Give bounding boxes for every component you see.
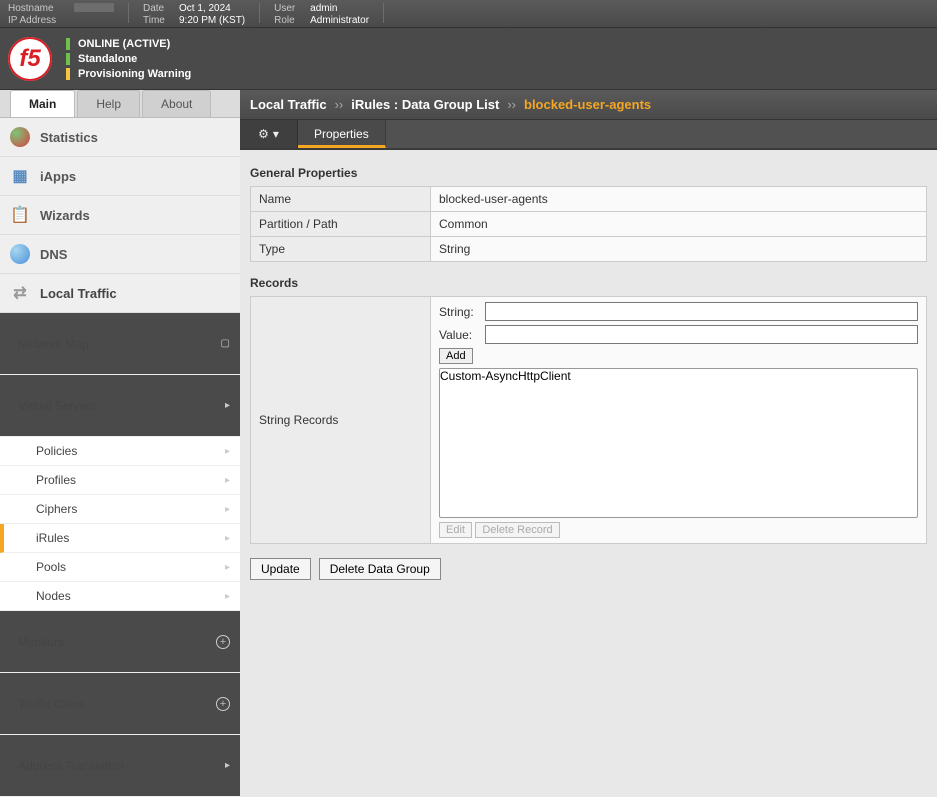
f5-logo: f5 [8, 37, 52, 81]
records-table: String Records String: Value: Add [250, 296, 927, 544]
role-value: Administrator [310, 15, 369, 26]
chevron-right-icon: ▸ [225, 400, 230, 411]
chevron-right-icon: ▸ [225, 562, 230, 573]
status-provisioning-warning: Provisioning Warning [78, 68, 191, 80]
nav-iapps-label: iApps [40, 169, 76, 184]
nav-wizards[interactable]: 📋 Wizards [0, 196, 240, 235]
breadcrumb-sep-icon: ›› [335, 97, 344, 112]
chevron-right-icon: ▸ [225, 760, 230, 771]
subnav-ciphers[interactable]: Ciphers▸ [0, 495, 240, 524]
status-bar-icon [66, 38, 70, 50]
subnav-profiles[interactable]: Profiles▸ [0, 466, 240, 495]
subnav-pools[interactable]: Pools▸ [0, 553, 240, 582]
prop-name-value: blocked-user-agents [431, 187, 927, 212]
local-traffic-icon: ⇄ [10, 283, 30, 303]
nav-local-traffic-label: Local Traffic [40, 286, 117, 301]
breadcrumb-b[interactable]: iRules : Data Group List [351, 97, 499, 112]
wizards-icon: 📋 [10, 205, 30, 225]
nav-iapps[interactable]: ▦ iApps [0, 157, 240, 196]
top-info-bar: Hostname IP Address Date Oct 1, 2024 Time… [0, 0, 937, 28]
gear-menu[interactable]: ⚙ ▾ [240, 120, 298, 148]
chevron-right-icon: ▸ [225, 446, 230, 457]
main-tabs: Main Help About [0, 90, 240, 118]
breadcrumb-sep-icon: ›› [507, 97, 516, 112]
status-bar-icon [66, 68, 70, 80]
record-value-input[interactable] [485, 325, 918, 344]
tab-main[interactable]: Main [10, 90, 75, 117]
nav-dns[interactable]: DNS [0, 235, 240, 274]
plus-icon[interactable]: + [216, 635, 230, 649]
delete-data-group-button[interactable]: Delete Data Group [319, 558, 441, 580]
status-standalone: Standalone [78, 53, 137, 65]
date-label: Date [143, 3, 173, 14]
prop-type-value: String [431, 237, 927, 262]
subnav-monitors[interactable]: Monitors+ [0, 611, 240, 673]
subnav-address-translation[interactable]: Address Translation▸ [0, 735, 240, 797]
iapps-icon: ▦ [10, 166, 30, 186]
hostname-value-redacted [74, 3, 114, 12]
nav-statistics[interactable]: Statistics [0, 118, 240, 157]
update-button[interactable]: Update [250, 558, 311, 580]
chevron-down-icon: ▾ [273, 127, 279, 141]
records-row-label: String Records [251, 297, 431, 544]
nav: Statistics ▦ iApps 📋 Wizards DNS ⇄ Local… [0, 118, 240, 797]
status-online: ONLINE (ACTIVE) [78, 38, 170, 50]
subnav-irules[interactable]: iRules▸ [0, 524, 240, 553]
add-record-button[interactable]: Add [439, 348, 473, 364]
nav-local-traffic[interactable]: ⇄ Local Traffic [0, 274, 240, 313]
plus-icon[interactable]: + [216, 697, 230, 711]
subnav-policies[interactable]: Policies▸ [0, 437, 240, 466]
chevron-right-icon: ▸ [225, 475, 230, 486]
subtab-properties[interactable]: Properties [298, 120, 386, 148]
statistics-icon [10, 127, 30, 147]
ip-label: IP Address [8, 15, 68, 26]
user-label: User [274, 3, 304, 14]
date-value: Oct 1, 2024 [179, 3, 231, 14]
time-value: 9:20 PM (KST) [179, 15, 245, 26]
record-item[interactable]: Custom-AsyncHttpClient [440, 369, 917, 383]
nav-statistics-label: Statistics [40, 130, 98, 145]
subtab-bar: ⚙ ▾ Properties [240, 120, 937, 150]
gear-icon: ⚙ [258, 127, 269, 141]
breadcrumb-current: blocked-user-agents [524, 97, 651, 112]
subnav-nodes[interactable]: Nodes▸ [0, 582, 240, 611]
record-string-input[interactable] [485, 302, 918, 321]
record-value-label: Value: [439, 328, 479, 342]
app-header: f5 ONLINE (ACTIVE) Standalone Provisioni… [0, 28, 937, 90]
subnav-network-map[interactable]: Network Map▢ [0, 313, 240, 375]
status-bar-icon [66, 53, 70, 65]
section-general-properties: General Properties [250, 166, 927, 180]
hostname-label: Hostname [8, 3, 68, 14]
chevron-right-icon: ▸ [225, 504, 230, 515]
prop-partition-value: Common [431, 212, 927, 237]
prop-partition-label: Partition / Path [251, 212, 431, 237]
nav-dns-label: DNS [40, 247, 67, 262]
prop-type-label: Type [251, 237, 431, 262]
section-records: Records [250, 276, 927, 290]
user-value: admin [310, 3, 337, 14]
time-label: Time [143, 15, 173, 26]
subnav-traffic-class[interactable]: Traffic Class+ [0, 673, 240, 735]
tab-about[interactable]: About [142, 90, 211, 117]
subnav-local-traffic: Network Map▢ Virtual Servers▸ Policies▸ … [0, 313, 240, 797]
chevron-right-icon: ▸ [225, 591, 230, 602]
subnav-virtual-servers[interactable]: Virtual Servers▸ [0, 375, 240, 437]
prop-name-label: Name [251, 187, 431, 212]
record-string-label: String: [439, 305, 479, 319]
chevron-right-icon: ▸ [225, 533, 230, 544]
delete-record-button[interactable]: Delete Record [475, 522, 559, 538]
edit-record-button[interactable]: Edit [439, 522, 472, 538]
open-icon: ▢ [221, 338, 230, 349]
general-properties-table: Name blocked-user-agents Partition / Pat… [250, 186, 927, 262]
records-listbox[interactable]: Custom-AsyncHttpClient [439, 368, 918, 518]
breadcrumb-a[interactable]: Local Traffic [250, 97, 327, 112]
tab-help[interactable]: Help [77, 90, 140, 117]
left-panel: Main Help About Statistics ▦ iApps 📋 Wiz… [0, 90, 240, 659]
dns-icon [10, 244, 30, 264]
nav-wizards-label: Wizards [40, 208, 90, 223]
content-area: Local Traffic ›› iRules : Data Group Lis… [240, 90, 937, 659]
role-label: Role [274, 15, 304, 26]
breadcrumb: Local Traffic ›› iRules : Data Group Lis… [240, 90, 937, 120]
